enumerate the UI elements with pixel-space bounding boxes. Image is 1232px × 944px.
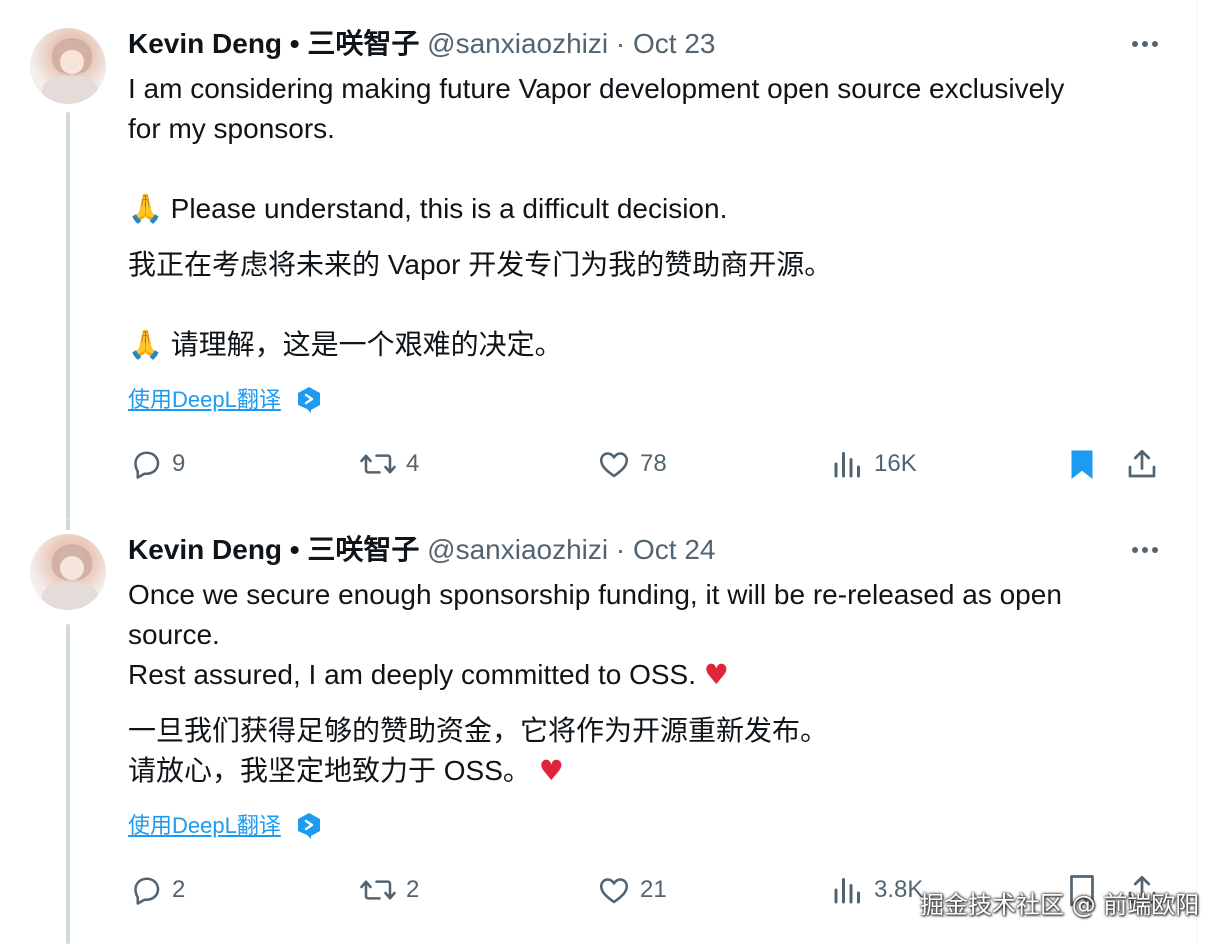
retweet-count: 2 <box>406 876 420 903</box>
retweet-button[interactable]: 4 <box>358 444 419 484</box>
translate-link[interactable]: 使用DeepL翻译 <box>128 385 281 415</box>
analytics-icon <box>834 452 860 478</box>
tweet-text-line: 我正在考虑将未来的 Vapor 开发专门为我的赞助商开源。 <box>128 249 833 280</box>
author-name[interactable]: Kevin Deng • 三咲智子 <box>128 534 419 565</box>
reply-button[interactable]: 2 <box>128 870 185 910</box>
tweet-date[interactable]: Oct 24 <box>633 534 715 565</box>
tweet-header: Kevin Deng • 三咲智子 @sanxiaozhizi · Oct 24 <box>128 531 716 569</box>
retweet-icon <box>360 454 396 474</box>
tweet-text-line-with-emoji: 🙏 请理解，这是一个艰难的决定。 <box>128 325 563 365</box>
reply-icon <box>134 451 160 479</box>
tweet-text-line: 一旦我们获得足够的赞助资金，它将作为开源重新发布。 <box>128 715 829 746</box>
tweet-text-segment: 请理解，这是一个艰难的决定。 <box>170 329 563 360</box>
author-handle[interactable]: @sanxiaozhizi <box>427 534 608 565</box>
tweet-text-line: for my sponsors. <box>128 113 335 144</box>
red-heart-emoji: ♥ <box>538 754 564 787</box>
tweet-2[interactable]: Kevin Deng • 三咲智子 @sanxiaozhizi · Oct 24… <box>0 520 1196 944</box>
folded-hands-emoji: 🙏 <box>128 328 163 361</box>
header-separator: · <box>615 534 626 565</box>
header-separator: · <box>615 28 626 59</box>
thread-connector-line <box>66 624 70 944</box>
more-options-icon[interactable] <box>1128 540 1162 560</box>
heart-icon <box>599 452 629 478</box>
bookmark-button[interactable] <box>1064 444 1100 484</box>
tweet-text-line: source. <box>128 619 220 650</box>
retweet-count: 4 <box>406 450 420 477</box>
tweet-actions-bar: 9 4 78 16K <box>128 444 1168 484</box>
like-button[interactable]: 21 <box>596 870 667 910</box>
like-button[interactable]: 78 <box>596 444 667 484</box>
deepl-icon[interactable] <box>296 812 322 840</box>
tweet-header: Kevin Deng • 三咲智子 @sanxiaozhizi · Oct 23 <box>128 25 716 63</box>
like-count: 21 <box>640 876 667 903</box>
tweet-text-line-with-emoji: Rest assured, I am deeply committed to O… <box>128 655 729 695</box>
reply-count: 2 <box>172 876 186 903</box>
more-options-icon[interactable] <box>1128 34 1162 54</box>
translate-link[interactable]: 使用DeepL翻译 <box>128 811 281 841</box>
tweet-date[interactable]: Oct 23 <box>633 28 715 59</box>
views-button[interactable]: 16K <box>830 444 917 484</box>
analytics-icon <box>834 878 860 904</box>
watermark: 掘金技术社区 @ 前端欧阳 <box>920 891 1200 919</box>
thread-connector-line <box>66 520 70 530</box>
retweet-button[interactable]: 2 <box>358 870 419 910</box>
author-handle[interactable]: @sanxiaozhizi <box>427 28 608 59</box>
author-avatar[interactable] <box>30 534 106 610</box>
view-count: 16K <box>874 450 917 477</box>
heart-icon <box>599 878 629 904</box>
retweet-icon <box>360 880 396 900</box>
share-icon <box>1128 449 1156 478</box>
share-button[interactable] <box>1124 444 1160 484</box>
reply-button[interactable]: 9 <box>128 444 185 484</box>
bookmark-filled-icon <box>1071 450 1093 479</box>
tweet-text-line: Once we secure enough sponsorship fundin… <box>128 579 1062 610</box>
thread-connector-line <box>66 112 70 520</box>
folded-hands-emoji: 🙏 <box>128 192 163 225</box>
tweet-text-segment: Rest assured, I am deeply committed to O… <box>128 659 697 690</box>
tweet-text-segment: Please understand, this is a difficult d… <box>170 193 728 224</box>
tweet-text-line: I am considering making future Vapor dev… <box>128 73 1065 104</box>
views-button[interactable]: 3.8K <box>830 870 923 910</box>
tweet-text-line-with-emoji: 请放心，我坚定地致力于 OSS。 ♥ <box>128 751 564 791</box>
timeline-right-border <box>1196 0 1197 944</box>
author-name[interactable]: Kevin Deng • 三咲智子 <box>128 28 419 59</box>
reply-icon <box>134 877 160 905</box>
tweet-text-segment: 请放心，我坚定地致力于 OSS。 <box>128 755 531 786</box>
tweet-1[interactable]: Kevin Deng • 三咲智子 @sanxiaozhizi · Oct 23… <box>0 0 1196 520</box>
deepl-icon[interactable] <box>296 386 322 414</box>
red-heart-emoji: ♥ <box>703 658 729 691</box>
like-count: 78 <box>640 450 667 477</box>
tweet-text-line-with-emoji: 🙏 Please understand, this is a difficult… <box>128 189 727 229</box>
author-avatar[interactable] <box>30 28 106 104</box>
reply-count: 9 <box>172 450 186 477</box>
view-count: 3.8K <box>874 876 924 903</box>
